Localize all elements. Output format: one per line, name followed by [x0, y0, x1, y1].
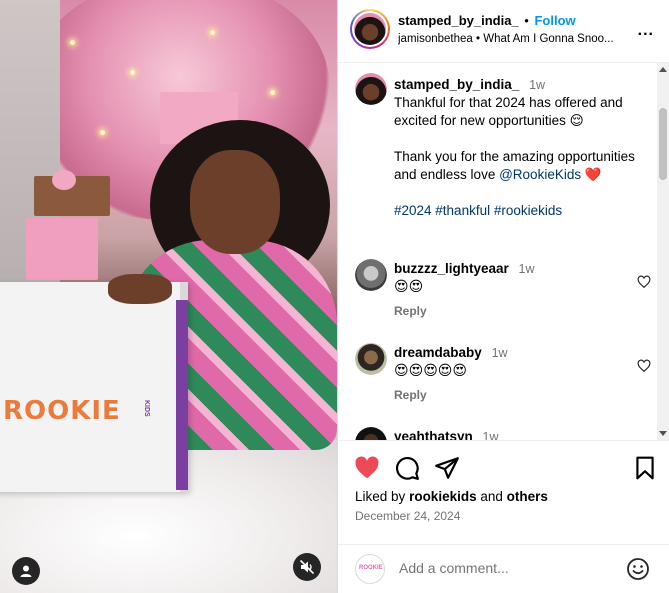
separator-dot: • — [524, 13, 529, 28]
liked-others-link[interactable]: others — [507, 489, 548, 504]
tree-light — [270, 90, 275, 95]
child-face — [190, 150, 280, 254]
scroll-up-icon[interactable] — [659, 67, 667, 72]
comment-username[interactable]: yeahthatsyn — [394, 429, 473, 440]
box-brand-sub: KIDS — [143, 400, 150, 417]
post-side-panel: stamped_by_india_ • Follow jamisonbethea… — [337, 0, 669, 593]
add-comment-row: ROOKIE — [338, 544, 669, 593]
author-username[interactable]: stamped_by_india_ — [398, 13, 519, 28]
tree-light — [70, 40, 75, 45]
comments-scroll-area[interactable]: stamped_by_india_ 1w Thankful for that 2… — [338, 63, 658, 440]
emoji-picker-icon[interactable] — [626, 557, 650, 581]
liked-user-link[interactable]: rookiekids — [409, 489, 477, 504]
tree-light — [210, 30, 215, 35]
gift-box — [34, 170, 110, 216]
heart-outline-icon[interactable] — [637, 359, 651, 373]
mention-link[interactable]: @RookieKids — [499, 167, 581, 182]
rookie-box — [0, 282, 188, 492]
caption-username[interactable]: stamped_by_india_ — [394, 77, 519, 92]
reply-button[interactable]: Reply — [394, 304, 427, 318]
like-heart-filled-icon[interactable] — [354, 455, 380, 481]
caption-avatar[interactable] — [355, 73, 387, 105]
scroll-thumb[interactable] — [659, 108, 667, 180]
post-date[interactable]: December 24, 2024 — [355, 509, 460, 523]
gift-box — [26, 218, 98, 280]
post-actions: Liked by rookiekids and others December … — [338, 440, 669, 593]
comment-avatar[interactable] — [355, 427, 387, 440]
mute-button[interactable] — [293, 553, 321, 581]
muted-speaker-icon — [299, 559, 315, 575]
liked-and: and — [480, 489, 503, 504]
save-bookmark-icon[interactable] — [632, 455, 658, 481]
viewer-avatar-logo: ROOKIE — [359, 565, 383, 571]
box-stripe — [176, 300, 188, 490]
post-header: stamped_by_india_ • Follow jamisonbethea… — [338, 0, 669, 63]
comment-username[interactable]: buzzzz_lightyeaar — [394, 261, 509, 276]
author-line: stamped_by_india_ • Follow — [398, 13, 576, 28]
heart-outline-icon[interactable] — [637, 275, 651, 289]
caption-line-1: Thankful for that 2024 has offered and e… — [394, 95, 623, 128]
comment-text: 😍😍😍😍😍 — [394, 362, 467, 378]
tree-light — [130, 70, 135, 75]
comment-text: 😍😍 — [394, 278, 424, 294]
audio-subtitle[interactable]: jamisonbethea • What Am I Gonna Snoo... — [398, 33, 630, 45]
follow-button[interactable]: Follow — [534, 13, 575, 28]
reply-button[interactable]: Reply — [394, 388, 427, 402]
heart-emoji: ❤️ — [584, 167, 602, 182]
child-hand — [108, 274, 172, 304]
comment-username[interactable]: dreamdababy — [394, 345, 482, 360]
post-media[interactable]: ROOKIE KIDS — [0, 0, 337, 593]
comment-avatar[interactable] — [355, 259, 387, 291]
box-brand-text: ROOKIE — [3, 396, 121, 426]
comment-time: 1w — [518, 262, 535, 276]
caption-time: 1w — [529, 78, 546, 92]
add-comment-input[interactable] — [399, 560, 619, 576]
comment-time: 1w — [482, 430, 499, 440]
comment-avatar[interactable] — [355, 343, 387, 375]
liked-by-line: Liked by rookiekids and others — [355, 489, 548, 504]
viewer-avatar[interactable]: ROOKIE — [355, 554, 385, 584]
tree-light — [100, 130, 105, 135]
comment-time: 1w — [491, 346, 508, 360]
comment-bubble-icon[interactable] — [394, 455, 420, 481]
more-options-icon[interactable]: ... — [638, 22, 654, 40]
share-plane-icon[interactable] — [434, 455, 460, 481]
person-tag-icon — [20, 565, 32, 577]
scroll-down-icon[interactable] — [659, 431, 667, 436]
liked-prefix: Liked by — [355, 489, 406, 504]
hashtags-link[interactable]: #2024 #thankful #rookiekids — [394, 202, 656, 220]
tagged-users-button[interactable] — [12, 557, 40, 585]
comments-scrollbar[interactable] — [657, 63, 669, 440]
author-avatar[interactable] — [350, 9, 390, 49]
